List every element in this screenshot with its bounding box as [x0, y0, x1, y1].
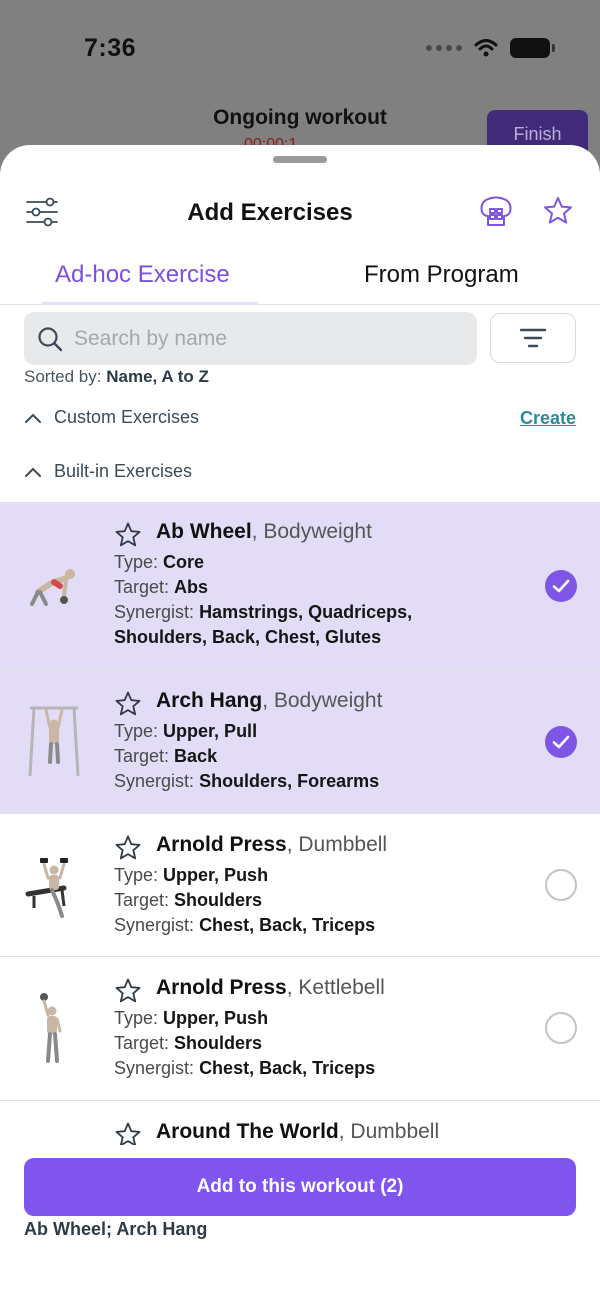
search-field — [24, 312, 477, 365]
star-icon[interactable] — [114, 977, 142, 1005]
exercise-name: Ab Wheel, Bodyweight — [156, 520, 372, 543]
checkmark-icon — [552, 735, 570, 749]
add-exercises-sheet: Add Exercises Ad-hoc Exercise From Progr… — [0, 145, 600, 1304]
exercise-type: Type: Upper, Pull — [114, 721, 258, 741]
exercise-synergist: Synergist: Shoulders, Forearms — [114, 771, 380, 791]
sort-lines-icon — [519, 328, 547, 348]
add-to-workout-button[interactable]: Add to this workout (2) — [24, 1158, 576, 1216]
checkmark-icon — [552, 579, 570, 593]
wifi-icon — [474, 39, 498, 57]
exercise-type: Type: Core — [114, 552, 205, 572]
exercise-type: Type: Upper, Push — [114, 865, 269, 885]
tab-bar: Ad-hoc Exercise From Program — [0, 257, 600, 305]
battery-icon — [510, 38, 555, 58]
star-icon[interactable] — [114, 690, 142, 718]
status-time: 7:36 — [84, 34, 137, 62]
star-icon[interactable] — [114, 834, 142, 862]
star-icon[interactable] — [114, 521, 142, 549]
search-input[interactable] — [74, 312, 469, 365]
exercise-thumbnail — [30, 569, 75, 606]
exercise-target: Target: Abs — [114, 577, 209, 597]
select-checkbox[interactable] — [545, 869, 577, 901]
tab-adhoc-exercise[interactable]: Ad-hoc Exercise — [55, 261, 230, 289]
custom-exercises-section[interactable]: Custom Exercises — [24, 407, 199, 428]
create-link[interactable]: Create — [520, 408, 576, 429]
exercise-thumbnail — [25, 858, 68, 918]
exercise-name: Around The World, Dumbbell — [156, 1120, 440, 1143]
sort-button[interactable] — [490, 313, 576, 363]
exercise-target: Target: Shoulders — [114, 890, 263, 910]
select-checkbox[interactable] — [545, 1012, 577, 1044]
exercise-row[interactable]: Ab Wheel, Bodyweight Type: Core Target: … — [0, 502, 600, 670]
favorites-star-icon[interactable] — [542, 195, 574, 227]
exercise-type: Type: Upper, Push — [114, 1008, 269, 1028]
sort-indicator: Sorted by: Name, A to Z — [24, 367, 209, 386]
exercise-thumbnail — [40, 993, 62, 1063]
exercise-synergist: Synergist: Chest, Back, Triceps — [114, 1058, 376, 1078]
exercise-row[interactable]: Arnold Press, Dumbbell Type: Upper, Push… — [0, 814, 600, 957]
section-label: Custom Exercises — [54, 407, 200, 427]
exercise-synergist: Synergist: Hamstrings, Quadriceps, — [114, 602, 413, 622]
exercise-synergist-cont: Shoulders, Back, Chest, Glutes — [114, 627, 382, 647]
exercise-list: Ab Wheel, Bodyweight Type: Core Target: … — [0, 502, 600, 1221]
selected-exercises-summary: Ab Wheel; Arch Hang — [24, 1219, 208, 1239]
status-icons — [426, 38, 555, 58]
exercise-target: Target: Shoulders — [114, 1033, 263, 1053]
section-label: Built-in Exercises — [54, 461, 193, 481]
builtin-exercises-section[interactable]: Built-in Exercises — [24, 461, 192, 482]
active-tab-indicator — [42, 302, 258, 305]
sheet-title: Add Exercises — [187, 199, 353, 226]
exercise-name: Arch Hang, Bodyweight — [156, 689, 383, 712]
tab-from-program[interactable]: From Program — [364, 261, 519, 289]
exercise-name: Arnold Press, Dumbbell — [156, 833, 388, 856]
search-icon — [38, 327, 63, 352]
signal-icon — [426, 45, 462, 51]
chevron-up-icon — [25, 413, 41, 423]
exercise-name: Arnold Press, Kettlebell — [156, 976, 385, 999]
sheet-grabber[interactable] — [273, 156, 327, 163]
select-checkbox[interactable] — [545, 570, 577, 602]
exercise-target: Target: Back — [114, 746, 218, 766]
exercise-row[interactable]: Arnold Press, Kettlebell Type: Upper, Pu… — [0, 957, 600, 1101]
exercise-synergist: Synergist: Chest, Back, Triceps — [114, 915, 376, 935]
exercise-thumbnail — [28, 706, 80, 777]
sort-value: Name, A to Z — [106, 367, 209, 386]
exercise-row[interactable]: Arch Hang, Bodyweight Type: Upper, Pull … — [0, 670, 600, 814]
chevron-up-icon — [25, 467, 41, 477]
muscle-body-icon[interactable] — [478, 194, 514, 230]
select-checkbox[interactable] — [545, 726, 577, 758]
status-bar: 7:36 — [0, 0, 600, 96]
